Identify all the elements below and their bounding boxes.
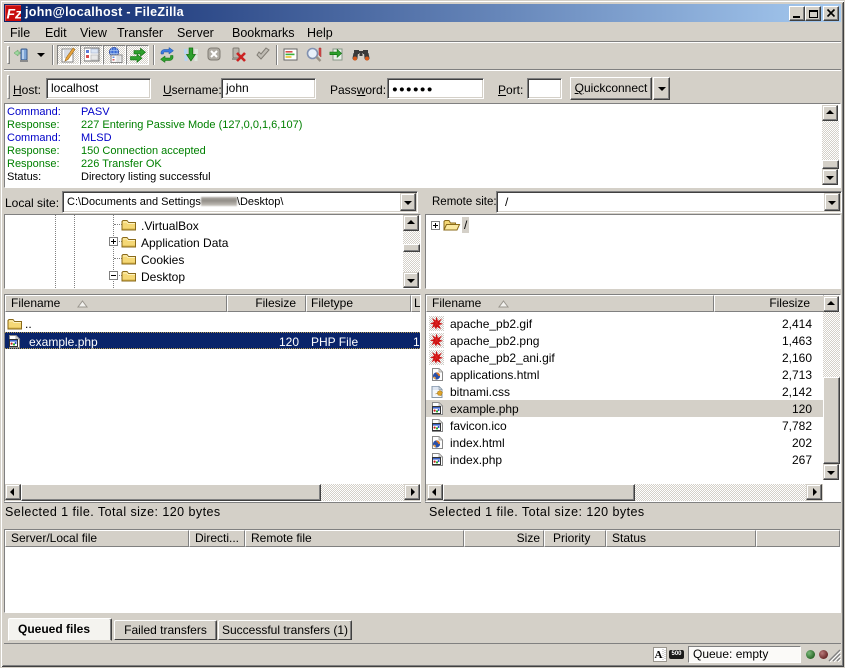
svg-text:A: A: [655, 649, 663, 661]
svg-text:Fz: Fz: [7, 6, 22, 22]
